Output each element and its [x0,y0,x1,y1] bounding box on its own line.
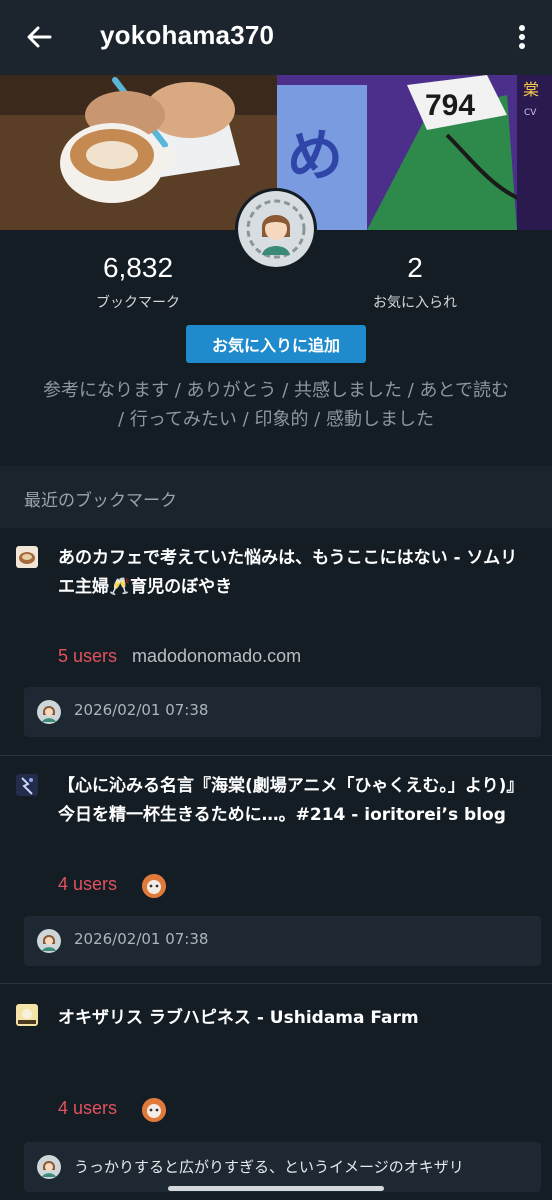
favorited-label: お気に入られ [373,295,457,311]
bookmark-title[interactable]: オキザリス ラブハピネス - Ushidama Farm [58,1004,534,1033]
recent-bookmarks-header: 最近のブックマーク [0,466,552,528]
comment-date: 2026/02/01 07:38 [74,701,209,719]
user-comment-box: うっかりすると広がりすぎる、というイメージのオキザリ [24,1142,541,1192]
favorited-stat[interactable]: 2 お気に入られ [358,252,472,312]
svg-text:め: め [287,124,343,189]
commenter-avatar[interactable] [37,1155,61,1179]
bookmark-domain[interactable]: madodonomado.com [132,646,301,667]
user-comment-box: 2026/02/01 07:38 [24,687,541,737]
svg-text:794: 794 [425,89,475,122]
back-arrow-icon[interactable] [22,20,56,54]
bookmarks-label: ブックマーク [96,295,180,311]
bookmark-card[interactable]: オキザリス ラブハピネス - Ushidama Farm 4 users うっか… [0,984,552,1200]
bookmarker-avatar[interactable] [142,1098,166,1122]
more-vertical-icon[interactable] [510,22,534,52]
comment-text: うっかりすると広がりすぎる、というイメージのオキザリ [74,1158,464,1176]
user-comment-box: 2026/02/01 07:38 [24,916,541,966]
section-title: 最近のブックマーク [24,491,177,511]
favorited-count: 2 [407,252,423,283]
svg-text:棠: 棠 [523,80,539,99]
site-favicon-icon [16,774,38,796]
users-count[interactable]: 4 users [58,874,117,895]
commenter-avatar[interactable] [37,929,61,953]
comment-date: 2026/02/01 07:38 [74,930,209,948]
cover-anime-illustration: め 794 棠 CV [277,75,552,230]
add-favorite-button[interactable]: お気に入りに追加 [186,325,366,363]
bookmarks-count: 6,832 [102,252,174,283]
site-favicon-icon [16,546,38,568]
app-bar: yokohama370 [0,0,552,75]
bookmark-card[interactable]: 【心に沁みる名言『海棠(劇場アニメ「ひゃくえむ。」より)』今日を精一杯生きるため… [0,756,552,984]
bookmark-tags: 参考になります / ありがとう / 共感しました / あとで読む / 行ってみた… [43,380,509,430]
site-favicon-icon [16,1004,38,1026]
bookmarker-avatar[interactable] [142,874,166,898]
cover-coffee-photo [0,75,277,230]
bookmark-title[interactable]: あのカフェで考えていた悩みは、もうここにはない - ソムリエ主婦🥂育児のぼやき [58,544,534,602]
commenter-avatar[interactable] [37,700,61,724]
svg-text:CV: CV [524,108,537,118]
page-title: yokohama370 [100,20,275,50]
users-count[interactable]: 5 users [58,646,117,667]
user-avatar[interactable] [235,188,317,270]
users-count[interactable]: 4 users [58,1098,117,1119]
bookmarks-stat[interactable]: 6,832 ブックマーク [84,252,192,312]
gesture-nav-handle[interactable] [168,1186,384,1191]
bookmark-card[interactable]: あのカフェで考えていた悩みは、もうここにはない - ソムリエ主婦🥂育児のぼやき … [0,528,552,756]
bookmark-title[interactable]: 【心に沁みる名言『海棠(劇場アニメ「ひゃくえむ。」より)』今日を精一杯生きるため… [58,772,534,830]
